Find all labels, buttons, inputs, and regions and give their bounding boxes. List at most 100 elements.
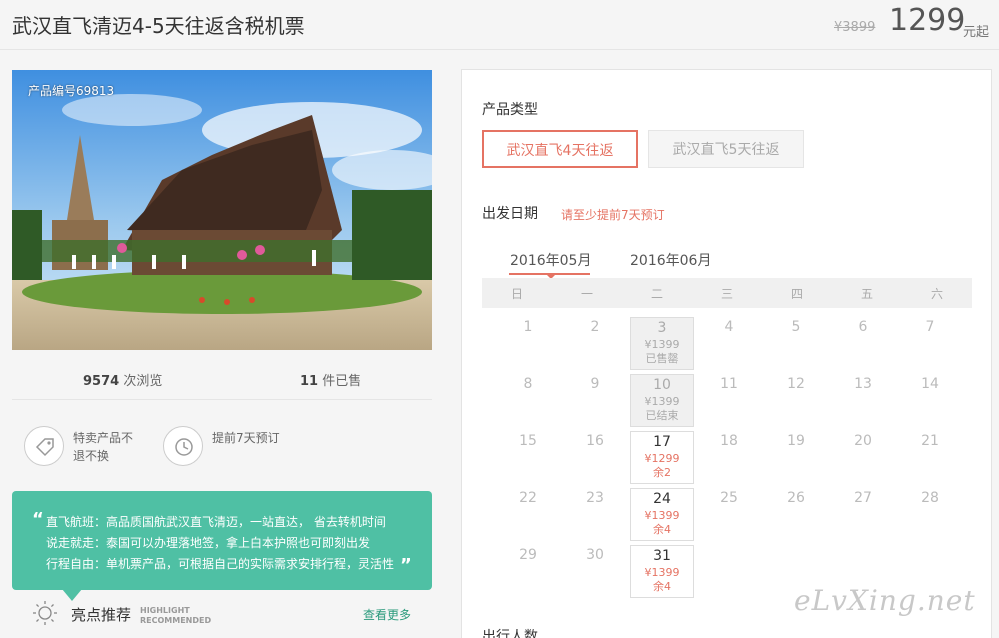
weekday-label: 一 xyxy=(580,287,593,301)
highlights-title: 亮点推荐 xyxy=(71,606,132,624)
feature-text: 特卖产品不退不换 xyxy=(73,431,134,463)
day-number: 23 xyxy=(586,490,604,506)
day-number: 3 xyxy=(657,320,667,336)
feature-text: 提前7天预订 xyxy=(212,431,280,445)
month-tab-june[interactable]: 2016年06月 xyxy=(630,250,711,270)
day-number: 25 xyxy=(720,490,738,506)
weekday-label: 五 xyxy=(860,287,873,301)
calendar-day: 29 xyxy=(496,545,560,598)
highlights-box: “ 直飞航班：高品质国航武汉直飞清迈，一站直达， 省去转机时间 说走就走：泰国可… xyxy=(12,491,432,590)
highlight-line: 说走就走：泰国可以办理落地签，拿上白本护照也可即刻出发 xyxy=(46,536,371,550)
day-number: 26 xyxy=(787,490,805,506)
month-tab-may[interactable]: 2016年05月 xyxy=(510,250,591,270)
day-number: 15 xyxy=(519,433,537,449)
day-number: 6 xyxy=(858,319,868,335)
travelers-label: 出行人数 xyxy=(482,629,538,638)
calendar-day: 26 xyxy=(764,488,828,541)
calendar-day: 13 xyxy=(831,374,895,427)
views-label: 次浏览 xyxy=(123,374,163,389)
weekday-label: 日 xyxy=(510,287,523,301)
calendar-day[interactable]: 17 ¥1299 余2 xyxy=(630,431,694,484)
calendar-day[interactable]: 31 ¥1399 余4 xyxy=(630,545,694,598)
day-availability: 余4 xyxy=(653,580,671,593)
calendar-day: 9 xyxy=(563,374,627,427)
product-image[interactable]: 产品编号69813 xyxy=(12,70,432,350)
weekday-label: 三 xyxy=(720,287,733,301)
price-unit: 元起 xyxy=(963,25,990,40)
calendar-day: 16 xyxy=(563,431,627,484)
feature-no-refund: 特卖产品不退不换 xyxy=(24,426,154,470)
calendar-day: 1 xyxy=(496,317,560,370)
day-number: 5 xyxy=(791,319,801,335)
day-availability: 余4 xyxy=(653,523,671,536)
day-price: ¥1399 xyxy=(644,338,680,351)
views-stat: 9574 次浏览 xyxy=(83,370,162,389)
day-number: 17 xyxy=(653,434,671,450)
sold-count: 11 xyxy=(300,374,319,389)
day-price: ¥1399 xyxy=(644,509,680,522)
product-type-option-5day[interactable]: 武汉直飞5天往返 xyxy=(648,130,804,168)
day-number: 4 xyxy=(724,319,734,335)
calendar-day: 4 xyxy=(697,317,761,370)
sun-icon xyxy=(33,601,57,625)
day-price: ¥1399 xyxy=(644,395,680,408)
calendar-day: 27 xyxy=(831,488,895,541)
calendar-day: 19 xyxy=(764,431,828,484)
day-availability: 已结束 xyxy=(645,409,679,422)
day-number: 27 xyxy=(854,490,872,506)
title-bar: 武汉直飞清迈4-5天往返含税机票 ¥3899 1299 元起 xyxy=(0,0,999,50)
day-number: 11 xyxy=(720,376,738,392)
product-type-option-4day[interactable]: 武汉直飞4天往返 xyxy=(482,130,638,168)
calendar-day: 22 xyxy=(496,488,560,541)
calendar-day: 2 xyxy=(563,317,627,370)
highlights-title-en-line: RECOMMENDED xyxy=(140,616,212,625)
day-number: 1 xyxy=(523,319,533,335)
original-price: ¥3899 xyxy=(834,20,876,35)
watermark: eLvXing.net xyxy=(794,584,976,617)
day-number: 28 xyxy=(921,490,939,506)
calendar-day[interactable]: 24 ¥1399 余4 xyxy=(630,488,694,541)
highlight-line: 行程自由：单机票产品，可根据自己的实际需求安排行程，灵活性 xyxy=(46,557,395,571)
calendar-day: 25 xyxy=(697,488,761,541)
booking-panel: 产品类型 武汉直飞4天往返 武汉直飞5天往返 出发日期 请至少提前7天预订 20… xyxy=(461,69,992,638)
departure-date-label: 出发日期 xyxy=(482,206,538,222)
calendar-day: 28 xyxy=(898,488,962,541)
day-number: 30 xyxy=(586,547,604,563)
calendar-day: 30 xyxy=(563,545,627,598)
sold-stat: 11 件已售 xyxy=(300,370,361,389)
weekday-label: 四 xyxy=(790,287,803,301)
calendar-day: 6 xyxy=(831,317,895,370)
day-number: 12 xyxy=(787,376,805,392)
day-price: ¥1399 xyxy=(644,566,680,579)
highlights-title-en: HIGHLIGHT RECOMMENDED xyxy=(140,606,211,626)
day-number: 2 xyxy=(590,319,600,335)
calendar-day: 21 xyxy=(898,431,962,484)
day-number: 19 xyxy=(787,433,805,449)
page-title: 武汉直飞清迈4-5天往返含税机票 xyxy=(12,14,305,38)
day-availability: 余2 xyxy=(653,466,671,479)
day-availability: 已售罄 xyxy=(645,352,679,365)
calendar-day: 8 xyxy=(496,374,560,427)
calendar-day: 5 xyxy=(764,317,828,370)
calendar-day: 11 xyxy=(697,374,761,427)
calendar-day: 18 xyxy=(697,431,761,484)
calendar-day: 7 xyxy=(898,317,962,370)
day-number: 18 xyxy=(720,433,738,449)
weekday-label: 六 xyxy=(930,287,943,301)
views-count: 9574 xyxy=(83,374,120,389)
see-more-link[interactable]: 查看更多 xyxy=(363,606,411,623)
calendar-day: 20 xyxy=(831,431,895,484)
day-number: 21 xyxy=(921,433,939,449)
product-type-label: 产品类型 xyxy=(482,102,538,118)
day-number: 14 xyxy=(921,376,939,392)
day-number: 9 xyxy=(590,376,600,392)
day-number: 29 xyxy=(519,547,537,563)
day-number: 10 xyxy=(653,377,671,393)
tag-icon xyxy=(24,426,64,466)
current-price: 1299 xyxy=(889,3,966,38)
product-id: 产品编号69813 xyxy=(28,84,115,98)
calendar-day: 23 xyxy=(563,488,627,541)
weekday-header: 日 一 二 三 四 五 六 xyxy=(482,278,972,308)
highlights-title-en-line: HIGHLIGHT xyxy=(140,606,190,615)
day-number: 24 xyxy=(653,491,671,507)
